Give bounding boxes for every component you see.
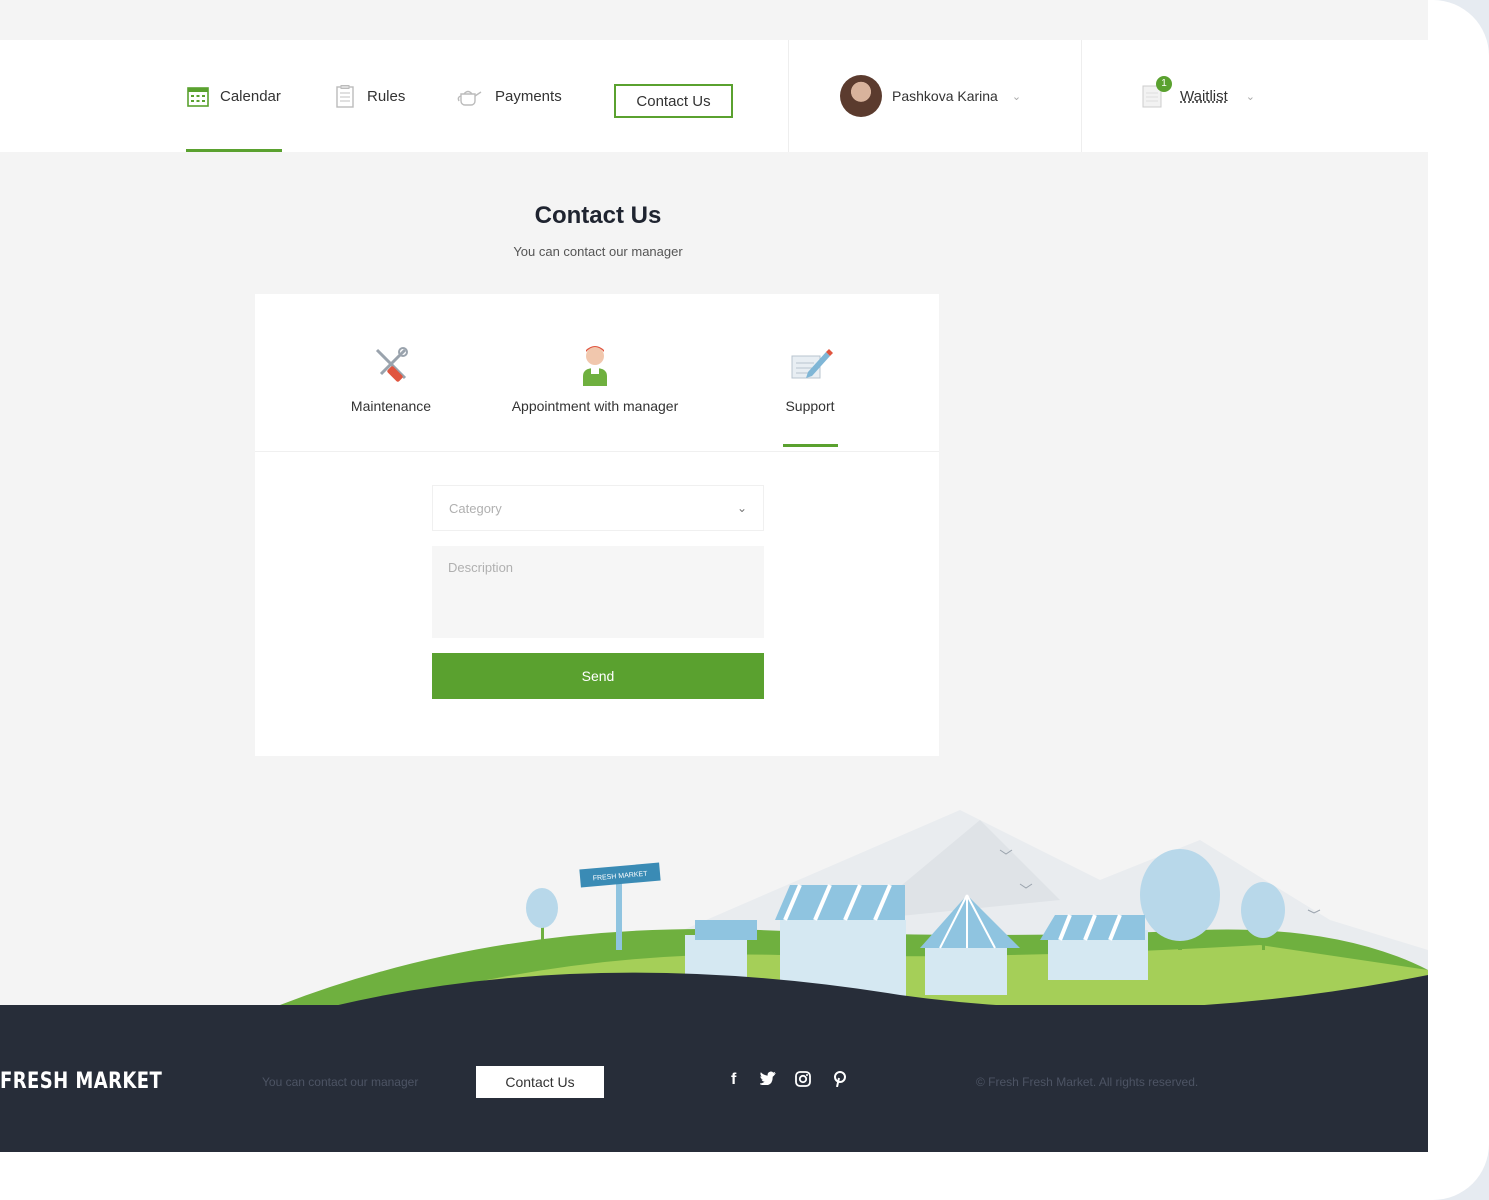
tab-maintenance[interactable]: Maintenance <box>343 340 439 414</box>
tabs-divider <box>255 451 939 452</box>
user-menu[interactable]: Pashkova Karina ⌄ <box>840 40 1021 152</box>
app: Calendar Rules Payments Contact Us Pashk… <box>0 0 1428 1152</box>
nav-rules[interactable]: Rules <box>333 40 405 152</box>
calendar-icon <box>187 87 209 107</box>
divider <box>1081 40 1082 152</box>
page-subtitle: You can contact our manager <box>513 244 683 259</box>
footer-subtitle: You can contact our manager <box>262 1075 419 1089</box>
footer: FRESH MARKET You can contact our manager… <box>0 1005 1428 1152</box>
tab-support-label: Support <box>785 398 835 414</box>
waitlist-badge: 1 <box>1156 76 1172 92</box>
nav-payments-label: Payments <box>495 87 562 105</box>
tab-appointment[interactable]: Appointment with manager <box>495 340 695 414</box>
waitlist-label: Waitlist <box>1180 87 1228 105</box>
chevron-down-icon: ⌄ <box>1011 90 1022 103</box>
footer-contact-button[interactable]: Contact Us <box>476 1066 604 1098</box>
send-button[interactable]: Send <box>432 653 764 699</box>
user-name: Pashkova Karina <box>892 88 998 104</box>
nav-payments[interactable]: Payments <box>455 40 562 152</box>
top-nav: Calendar Rules Payments Contact Us Pashk… <box>0 40 1428 152</box>
tools-icon <box>375 347 408 382</box>
instagram-icon[interactable] <box>795 1071 811 1092</box>
nav-calendar[interactable]: Calendar <box>186 40 282 152</box>
contact-us-button[interactable]: Contact Us <box>614 84 733 118</box>
nav-rules-label: Rules <box>367 87 406 105</box>
footer-brand: FRESH MARKET <box>0 1069 163 1094</box>
chevron-down-icon: ⌄ <box>1245 90 1255 103</box>
contact-card: Maintenance Appointment with manager Sup… <box>255 294 939 756</box>
tab-appointment-label: Appointment with manager <box>511 398 679 414</box>
nav-calendar-label: Calendar <box>220 87 281 105</box>
support-icon <box>791 349 833 379</box>
facebook-icon[interactable]: f <box>731 1071 736 1089</box>
waitlist-menu[interactable]: 1 Waitlist ⌄ <box>1142 40 1255 152</box>
twitter-icon[interactable] <box>758 1071 776 1090</box>
category-select[interactable]: Category ⌄ <box>432 485 764 531</box>
category-placeholder: Category <box>449 500 502 516</box>
clipboard-icon <box>336 85 354 108</box>
tab-maintenance-label: Maintenance <box>350 398 432 414</box>
teapot-icon <box>457 90 482 106</box>
page-title: Contact Us <box>534 202 662 229</box>
divider <box>788 40 789 152</box>
description-field[interactable] <box>432 546 764 638</box>
app-frame: Calendar Rules Payments Contact Us Pashk… <box>0 0 1489 1200</box>
tree-icon <box>526 888 558 940</box>
chevron-down-icon: ⌄ <box>736 501 747 515</box>
waitlist-icon: 1 <box>1142 76 1172 110</box>
market-illustration: FRESH MARKET <box>280 810 1428 1020</box>
pinterest-icon[interactable] <box>833 1071 847 1092</box>
copyright: © Fresh Fresh Market. All rights reserve… <box>976 1075 1199 1089</box>
manager-icon <box>583 346 607 386</box>
avatar <box>840 75 882 117</box>
tab-support[interactable]: Support <box>775 340 845 447</box>
